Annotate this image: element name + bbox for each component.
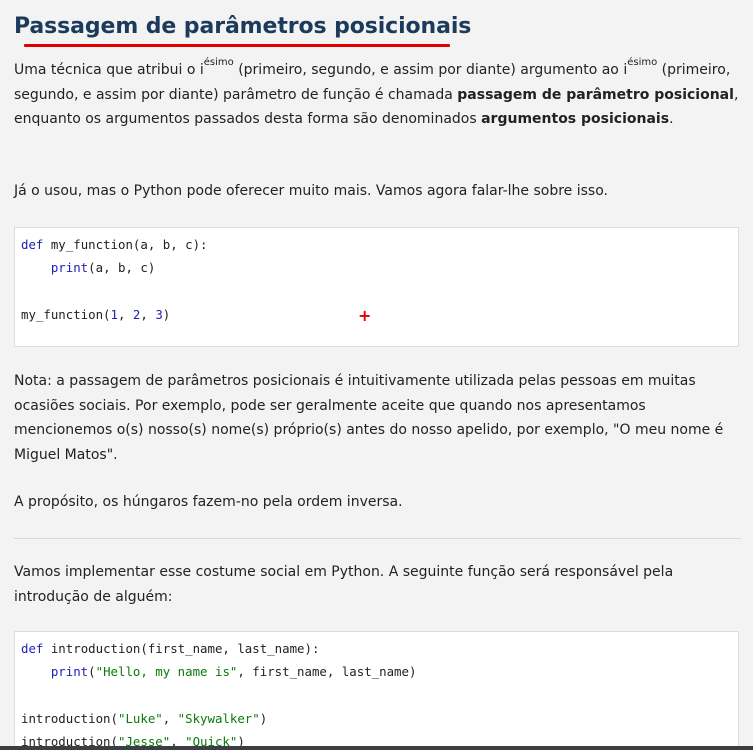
code-text: introduction( [21,710,118,726]
mouse-cursor-crosshair: + [358,306,372,325]
code-keyword: def [21,641,44,656]
bold-term: argumentos posicionais [481,111,670,127]
code-text: , [162,710,178,726]
title-underline [24,44,450,47]
paragraph-positional-definition: Uma técnica que atribui o iésimo (primei… [14,58,741,132]
bottom-bar [0,746,753,750]
code-string: "Hello, my name is" [95,664,238,680]
page-title: Passagem de parâmetros posicionais [14,14,472,39]
code-text: (a, b, c) [88,260,156,276]
code-text: , [140,306,156,322]
code-text: introduction(first_name, last_name): [43,641,320,656]
code-number: 3 [155,306,163,322]
code-block-introduction[interactable]: def introduction(first_name, last_name):… [14,631,739,750]
paragraph-hungarian: A propósito, os húngaros fazem-no pela o… [14,494,403,510]
code-text: ) [259,710,268,726]
code-text: my_function( [21,306,111,322]
paragraph-implementation: Vamos implementar esse costume social em… [14,564,674,605]
code-builtin: print [50,664,89,680]
code-string: "Skywalker" [177,710,260,726]
text-segment: . [669,111,674,127]
text-segment: Uma técnica que atribui o i [14,62,204,78]
code-keyword: def [21,237,44,252]
code-text: my_function(a, b, c): [43,237,208,252]
superscript: ésimo [203,57,234,68]
section-divider [14,538,741,539]
code-block-my-function[interactable]: def my_function(a, b, c): print(a, b, c)… [14,227,739,347]
paragraph-intro: Já o usou, mas o Python pode oferecer mu… [14,183,608,199]
text-segment: (primeiro, segundo, e assim por diante) … [233,62,628,78]
code-string: "Luke" [117,710,163,726]
code-number: 1 [110,306,118,322]
code-text: ( [88,664,96,680]
code-text: , [118,306,133,322]
superscript: ésimo [627,57,658,68]
bold-term: passagem de parâmetro posicional [457,86,734,103]
paragraph-note: Nota: a passagem de parâmetros posiciona… [14,373,724,463]
code-text: , first_name, last_name) [237,664,417,680]
code-builtin: print [50,260,89,276]
code-text: ) [162,306,171,322]
